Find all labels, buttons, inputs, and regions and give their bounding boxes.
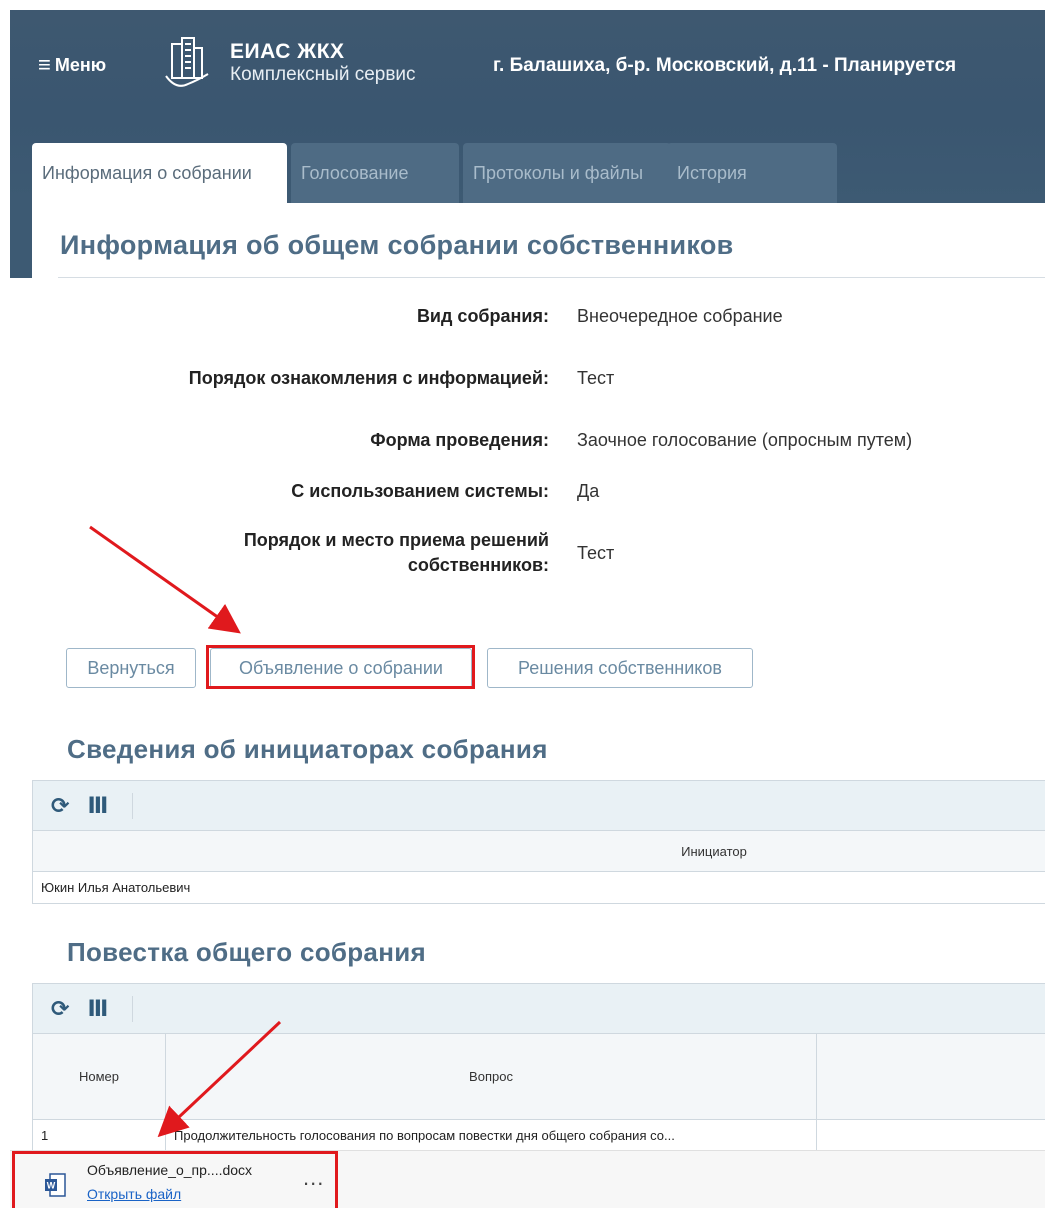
initiators-table: ⟳ Ⅲ Инициатор Юкин Илья Анатольевич [32,780,1045,904]
agenda-row-empty [817,1120,1045,1151]
page-title: Информация об общем собрании собственник… [60,230,734,260]
owner-decisions-button[interactable]: Решения собственников [487,648,753,688]
highlight-box-announcement [206,645,475,689]
toolbar-separator [132,792,134,819]
agenda-row-number: 1 [33,1120,166,1151]
house-address: г. Балашиха, б-р. Московский, д.11 - Пла… [493,55,957,76]
field-label-info-procedure: Порядок ознакомления с информацией: [188,368,549,388]
column-header-question[interactable]: Вопрос [166,1034,817,1119]
column-header-empty [817,1034,1045,1119]
brand-title: ЕИАС ЖКХ [230,40,345,63]
field-value-info-procedure: Тест [577,368,615,388]
toolbar-separator [132,995,134,1022]
header-side-strip [10,193,32,278]
field-value-form: Заочное голосование (опросным путем) [577,430,913,450]
initiator-name: Юкин Илья Анатольевич [41,880,191,895]
agenda-header: Номер Вопрос [33,1034,1045,1120]
tab-protocols-files[interactable]: Протоколы и файлы [463,143,671,203]
field-value-meeting-type: Внеочередное собрание [577,306,783,326]
field-label-form: Форма проведения: [370,430,549,450]
back-button[interactable]: Вернуться [66,648,196,688]
brand-subtitle: Комплексный сервис [230,64,416,85]
columns-icon[interactable]: Ⅲ [87,996,108,1022]
title-divider [58,277,1045,278]
tab-meeting-info[interactable]: Информация о собрании [32,143,287,203]
arrow-to-announcement [89,525,241,634]
highlight-box-download [12,1151,338,1208]
field-label-meeting-type: Вид собрания: [416,306,549,326]
tab-voting[interactable]: Голосование [291,143,459,203]
initiators-toolbar: ⟳ Ⅲ [33,781,1045,831]
field-label-decisions-line1: Порядок и место приема решений [243,530,549,550]
column-header-number[interactable]: Номер [33,1034,166,1119]
initiators-title: Сведения об инициаторах собрания [67,734,548,764]
refresh-icon[interactable]: ⟳ [51,793,69,819]
field-value-system-use: Да [577,481,600,501]
tab-bar: Информация о собрании Голосование Проток… [32,143,837,203]
agenda-title: Повестка общего собрания [67,937,426,967]
building-logo-icon [165,37,209,87]
initiators-header: Инициатор [33,831,1045,872]
columns-icon[interactable]: Ⅲ [87,793,108,819]
agenda-toolbar: ⟳ Ⅲ [33,984,1045,1034]
field-value-decisions-place: Тест [577,543,615,563]
agenda-row-question: Продолжительность голосования по вопроса… [166,1120,817,1151]
table-row[interactable]: 1 Продолжительность голосования по вопро… [33,1120,1045,1152]
field-label-decisions-place: Порядок и место приема решений собственн… [244,528,549,578]
menu-label: Меню [54,54,107,75]
field-label-decisions-line2: собственников: [407,555,549,575]
menu-button[interactable]: ≡ Меню [38,54,106,76]
hamburger-icon: ≡ [38,52,51,77]
brand: ЕИАС ЖКХ Комплексный сервис [230,40,416,86]
column-header-initiator[interactable]: Инициатор [681,844,747,859]
table-row[interactable]: Юкин Илья Анатольевич [33,872,1045,903]
field-label-system-use: С использованием системы: [291,481,549,501]
tab-history[interactable]: История [667,143,837,203]
refresh-icon[interactable]: ⟳ [51,996,69,1022]
